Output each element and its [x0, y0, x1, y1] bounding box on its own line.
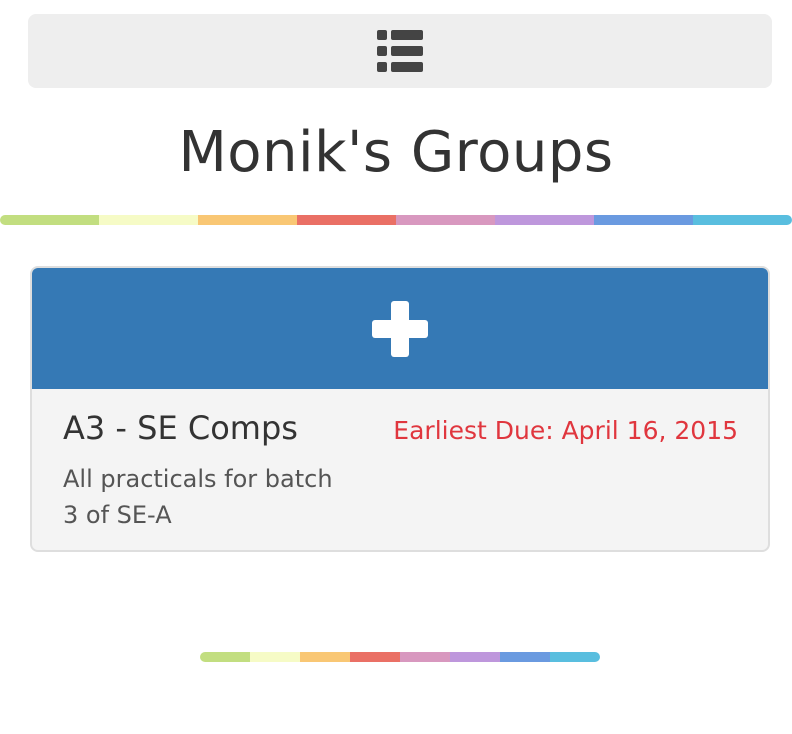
group-earliest-due: Earliest Due: April 16, 2015	[393, 416, 738, 445]
stripe-segment	[297, 215, 396, 225]
stripe-segment	[550, 652, 600, 662]
stripe-segment	[99, 215, 198, 225]
list-icon	[377, 30, 423, 72]
stripe-segment	[495, 215, 594, 225]
stripe-segment	[396, 215, 495, 225]
rainbow-divider	[0, 215, 792, 225]
stripe-segment	[0, 215, 99, 225]
stripe-segment	[250, 652, 300, 662]
group-name: A3 - SE Comps	[63, 409, 298, 447]
stripe-segment	[200, 652, 250, 662]
rainbow-footer-divider	[200, 652, 600, 662]
stripe-segment	[198, 215, 297, 225]
group-list-item[interactable]: A3 - SE Comps Earliest Due: April 16, 20…	[32, 389, 768, 550]
stripe-segment	[693, 215, 792, 225]
stripe-segment	[400, 652, 450, 662]
group-description: All practicals for batch 3 of SE-A	[63, 465, 333, 529]
page-title: Monik's Groups	[178, 120, 614, 185]
stripe-segment	[594, 215, 693, 225]
groups-card: A3 - SE Comps Earliest Due: April 16, 20…	[30, 266, 770, 552]
stripe-segment	[500, 652, 550, 662]
stripe-segment	[300, 652, 350, 662]
plus-icon	[372, 300, 428, 357]
stripe-segment	[450, 652, 500, 662]
menu-toggle-button[interactable]	[28, 14, 772, 88]
add-group-button[interactable]	[32, 268, 768, 389]
stripe-segment	[350, 652, 400, 662]
